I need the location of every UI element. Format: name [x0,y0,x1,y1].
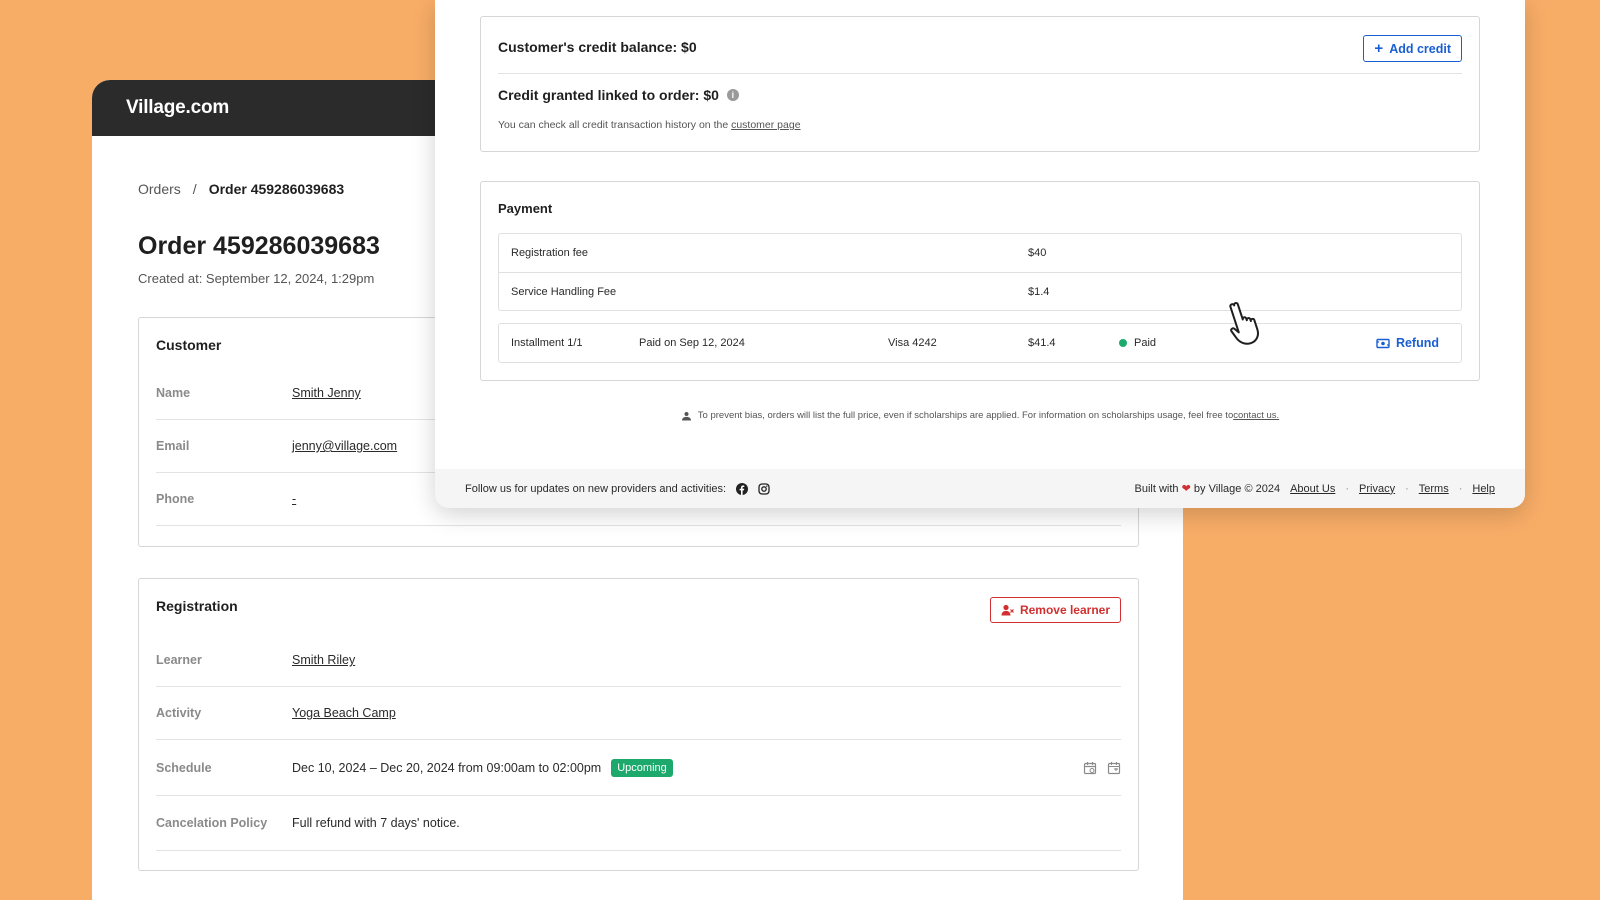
activity-row: Activity Yoga Beach Camp [156,687,1121,740]
field-label: Activity [156,706,202,720]
built-prefix: Built with [1134,483,1179,495]
facebook-icon[interactable] [736,482,749,495]
remove-user-icon [1001,604,1014,616]
brand-logo[interactable]: Village.com [126,97,229,119]
refund-label: Refund [1395,336,1439,350]
built-suffix: by Village © 2024 [1193,483,1281,495]
customer-email-link[interactable]: jenny@village.com [292,439,397,453]
scholarship-icon [681,411,691,420]
field-label: Schedule [156,760,212,775]
activity-link[interactable]: Yoga Beach Camp [292,706,396,720]
created-at: Created at: September 12, 2024, 1:29pm [138,271,375,286]
table-row: Registration fee $40 [499,234,1461,272]
installment-name: Installment 1/1 [511,337,583,349]
installment-card: Visa 4242 [888,337,937,349]
divider [498,73,1462,74]
footer-link-privacy[interactable]: Privacy [1359,483,1395,495]
hand-pointer-icon [1229,301,1259,345]
field-label: Email [156,439,190,453]
calendar-export-icon[interactable] [1107,761,1121,775]
heart-icon: ❤ [1181,483,1191,495]
built-with: Built with ❤ by Village © 2024 [1135,482,1281,495]
breadcrumb: Orders / Order 459286039683 [138,181,344,197]
registration-card: Registration Remove learner Learner Smit… [138,578,1139,871]
field-label: Name [156,386,191,400]
payment-window: Customer's credit balance: $0 + Add cred… [435,0,1525,508]
dot-separator: · [1405,482,1409,495]
credit-balance: Customer's credit balance: $0 [498,39,697,55]
footer-link-about[interactable]: About Us [1290,483,1335,495]
schedule-actions [1083,761,1121,775]
refund-icon [1376,338,1390,348]
fee-label: Registration fee [511,247,589,259]
installment-row: Installment 1/1 Paid on Sep 12, 2024 Vis… [498,323,1462,363]
customer-phone-link[interactable]: - [292,492,296,506]
scholarship-note-text: To prevent bias, orders will list the fu… [697,410,1234,421]
installment-paid-on: Paid on Sep 12, 2024 [639,337,745,349]
page-title: Order 459286039683 [138,232,380,260]
paid-status-label: Paid [1134,337,1157,349]
field-label: Phone [156,492,195,506]
footer-links: Built with ❤ by Village © 2024 About Us … [1135,482,1495,496]
breadcrumb-separator: / [192,181,197,197]
breadcrumb-current: Order 459286039683 [208,181,345,197]
follow-text: Follow us for updates on new providers a… [465,482,727,495]
contact-us-link[interactable]: contact us. [1233,410,1279,421]
policy-row: Cancelation Policy Full refund with 7 da… [156,796,1121,851]
fee-table: Registration fee $40 Service Handling Fe… [498,233,1462,311]
credit-linked: Credit granted linked to order: $0 i [498,87,739,103]
instagram-icon[interactable] [758,482,770,495]
add-credit-button[interactable]: + Add credit [1363,35,1462,62]
learner-row: Learner Smith Riley [156,634,1121,687]
breadcrumb-orders[interactable]: Orders [138,181,181,197]
credit-linked-text: Credit granted linked to order: $0 [498,87,719,103]
paid-status: Paid [1119,337,1156,349]
footer-link-help[interactable]: Help [1472,483,1495,495]
calendar-icon[interactable] [1083,761,1097,775]
customer-page-link[interactable]: customer page [731,119,800,131]
add-credit-label: Add credit [1389,41,1451,56]
field-label: Learner [156,653,202,667]
footer-link-terms[interactable]: Terms [1419,483,1449,495]
credit-note-text: You can check all credit transaction his… [498,119,732,131]
status-dot [1119,339,1127,347]
policy-value: Full refund with 7 days' notice. [292,816,460,830]
scholarship-note: To prevent bias, orders will list the fu… [435,410,1525,421]
remove-learner-button[interactable]: Remove learner [989,597,1121,623]
refund-button[interactable]: Refund [1376,336,1439,350]
remove-learner-label: Remove learner [1019,603,1110,617]
learner-link[interactable]: Smith Riley [292,653,355,667]
payment-title: Payment [498,201,553,216]
plus-icon: + [1374,40,1384,57]
customer-name-link[interactable]: Smith Jenny [292,386,361,400]
customer-title: Customer [156,337,222,353]
fee-label: Service Handling Fee [511,285,617,298]
dot-separator: · [1345,482,1350,495]
fee-amount: $1.4 [1028,285,1050,298]
registration-title: Registration [156,598,238,614]
dot-separator: · [1458,482,1463,495]
table-row: Service Handling Fee $1.4 [499,272,1461,310]
installment-amount: $41.4 [1028,337,1056,349]
schedule-value: Dec 10, 2024 – Dec 20, 2024 from 09:00am… [292,760,602,775]
schedule-row: Schedule Dec 10, 2024 – Dec 20, 2024 fro… [156,740,1121,796]
footer: Follow us for updates on new providers a… [435,469,1525,508]
payment-card: Payment Registration fee $40 Service Han… [480,181,1480,381]
info-icon[interactable]: i [726,89,739,101]
credit-history-note: You can check all credit transaction his… [498,119,801,131]
credit-card: Customer's credit balance: $0 + Add cred… [480,16,1480,152]
status-badge: Upcoming [611,758,673,777]
field-label: Cancelation Policy [156,816,268,830]
footer-social: Follow us for updates on new providers a… [465,482,770,495]
fee-amount: $40 [1028,247,1047,259]
